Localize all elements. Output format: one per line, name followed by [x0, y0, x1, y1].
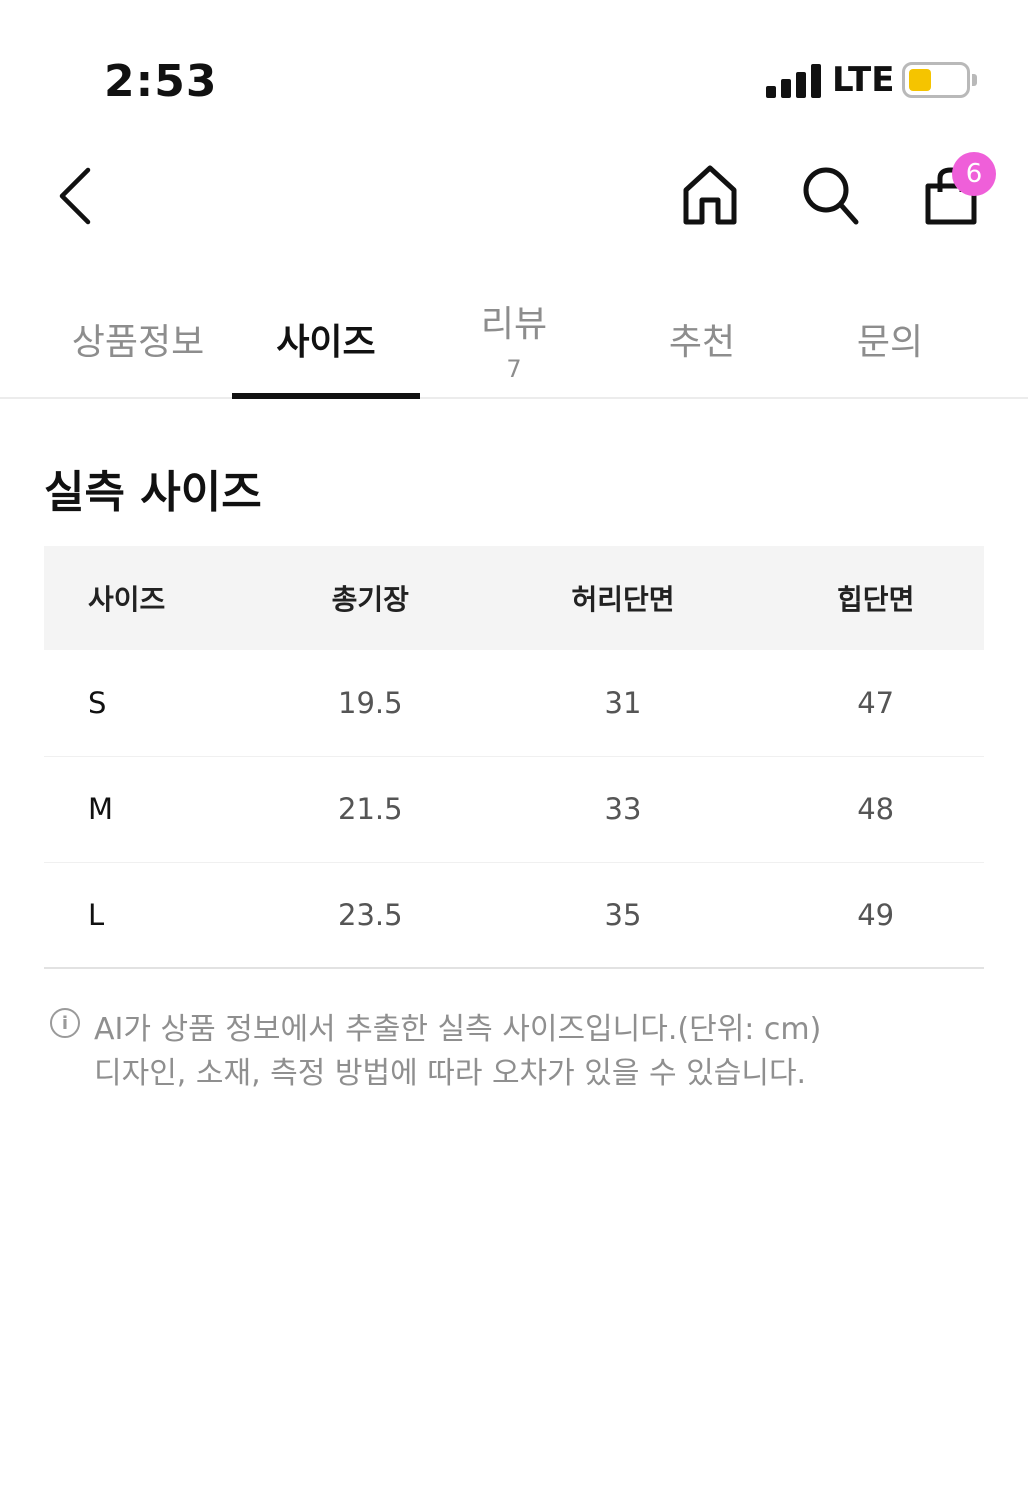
- column-header: 사이즈: [44, 546, 262, 650]
- battery-icon: [902, 62, 970, 98]
- table-cell: 49: [767, 862, 984, 969]
- tab-inquiry[interactable]: 문의: [796, 280, 984, 398]
- table-cell: 48: [767, 756, 984, 863]
- table-cell: 33: [478, 756, 768, 863]
- table-cell: 21.5: [262, 756, 479, 863]
- section-title: 실측 사이즈: [44, 467, 262, 518]
- tab-label: 리뷰: [480, 304, 548, 345]
- cart-badge: 6: [952, 152, 996, 196]
- table-row: L 23.5 35 49: [44, 862, 984, 969]
- table-header-row: 사이즈 총기장 허리단면 힙단면: [44, 546, 984, 650]
- table-row: S 19.5 31 47: [44, 650, 984, 757]
- table-cell: 47: [767, 650, 984, 757]
- info-icon: i: [50, 1008, 80, 1038]
- tab-product-info[interactable]: 상품정보: [44, 280, 232, 398]
- network-label: LTE: [832, 60, 895, 100]
- column-header: 허리단면: [478, 546, 768, 650]
- column-header: 힙단면: [767, 546, 984, 650]
- size-table: 사이즈 총기장 허리단면 힙단면 S 19.5 31 47 M 21.5 33 …: [44, 546, 984, 969]
- table-cell: L: [44, 862, 262, 969]
- table-cell: S: [44, 650, 262, 757]
- tab-size[interactable]: 사이즈: [232, 280, 420, 398]
- column-header: 총기장: [262, 546, 479, 650]
- signal-icon: [766, 64, 822, 98]
- review-count: 7: [506, 355, 522, 383]
- search-button[interactable]: [802, 166, 860, 230]
- search-icon: [803, 167, 859, 225]
- tab-review[interactable]: 리뷰 7: [420, 280, 608, 398]
- table-cell: M: [44, 756, 262, 863]
- home-button[interactable]: [682, 164, 738, 230]
- note-line-2: 디자인, 소재, 측정 방법에 따라 오차가 있을 수 있습니다.: [94, 1056, 807, 1091]
- back-button[interactable]: [56, 166, 96, 230]
- back-arrow-icon: [59, 167, 91, 225]
- home-icon: [683, 165, 737, 225]
- note-line-1: AI가 상품 정보에서 추출한 실측 사이즈입니다.(단위: cm): [94, 1012, 822, 1047]
- status-time: 2:53: [104, 56, 218, 107]
- table-cell: 31: [478, 650, 768, 757]
- table-cell: 19.5: [262, 650, 479, 757]
- battery-nub: [972, 74, 977, 86]
- tab-bar: 상품정보 사이즈 리뷰 7 추천 문의: [44, 280, 982, 398]
- page: 2:53 LTE 6 상품정보 사이즈 리뷰 7 추천 문의 실측 사이즈 사이…: [0, 0, 1028, 1500]
- active-tab-indicator: [232, 393, 420, 399]
- tab-label: 사이즈: [276, 322, 376, 363]
- table-cell: 35: [478, 862, 768, 969]
- table-cell: 23.5: [262, 862, 479, 969]
- tabs-divider: [0, 397, 1028, 399]
- tab-label: 문의: [856, 322, 924, 363]
- tab-label: 추천: [668, 322, 736, 363]
- tab-label: 상품정보: [71, 322, 205, 363]
- table-row: M 21.5 33 48: [44, 756, 984, 863]
- tab-recommend[interactable]: 추천: [608, 280, 796, 398]
